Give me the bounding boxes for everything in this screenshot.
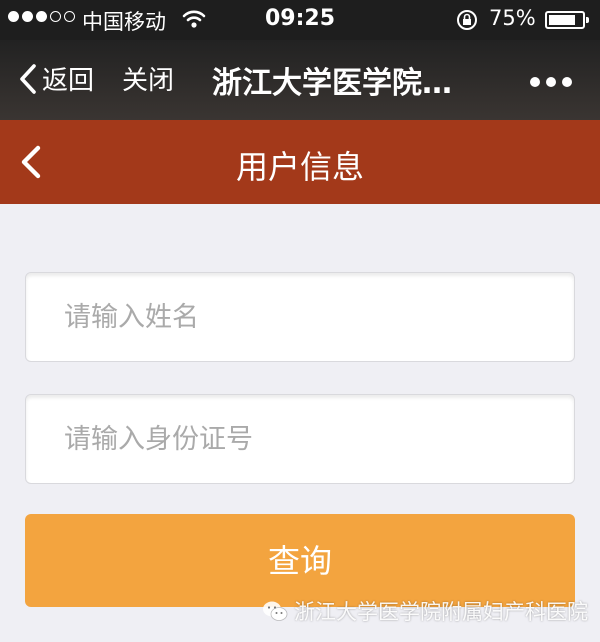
battery-icon	[545, 11, 589, 29]
rotation-lock-icon	[455, 9, 479, 36]
more-dot	[562, 77, 572, 87]
back-button[interactable]: 返回	[18, 60, 94, 97]
battery-fill	[549, 15, 575, 25]
nav-bar: 返回 关闭 浙江大学医学院…	[0, 40, 600, 120]
chevron-left-icon	[20, 63, 36, 94]
wechat-watermark: 浙江大学医学院附属妇产科医院	[262, 596, 588, 626]
watermark-text: 浙江大学医学院附属妇产科医院	[294, 600, 588, 624]
more-options-icon[interactable]	[530, 77, 572, 87]
query-button[interactable]: 查询	[25, 514, 575, 607]
back-button-label: 返回	[42, 66, 95, 96]
page-title: 浙江大学医学院…	[212, 66, 452, 101]
battery-nub	[586, 17, 589, 23]
more-dot	[530, 77, 540, 87]
wechat-icon	[263, 601, 288, 621]
status-bar: 中国移动 09:25 75%	[0, 0, 600, 40]
header-title: 用户信息	[235, 148, 364, 186]
more-dot	[546, 77, 556, 87]
name-input[interactable]	[25, 272, 575, 362]
page-header: 用户信息	[0, 120, 600, 204]
close-button[interactable]: 关闭	[122, 60, 174, 97]
id-number-input[interactable]	[25, 394, 575, 484]
battery-percentage: 75%	[489, 6, 536, 30]
